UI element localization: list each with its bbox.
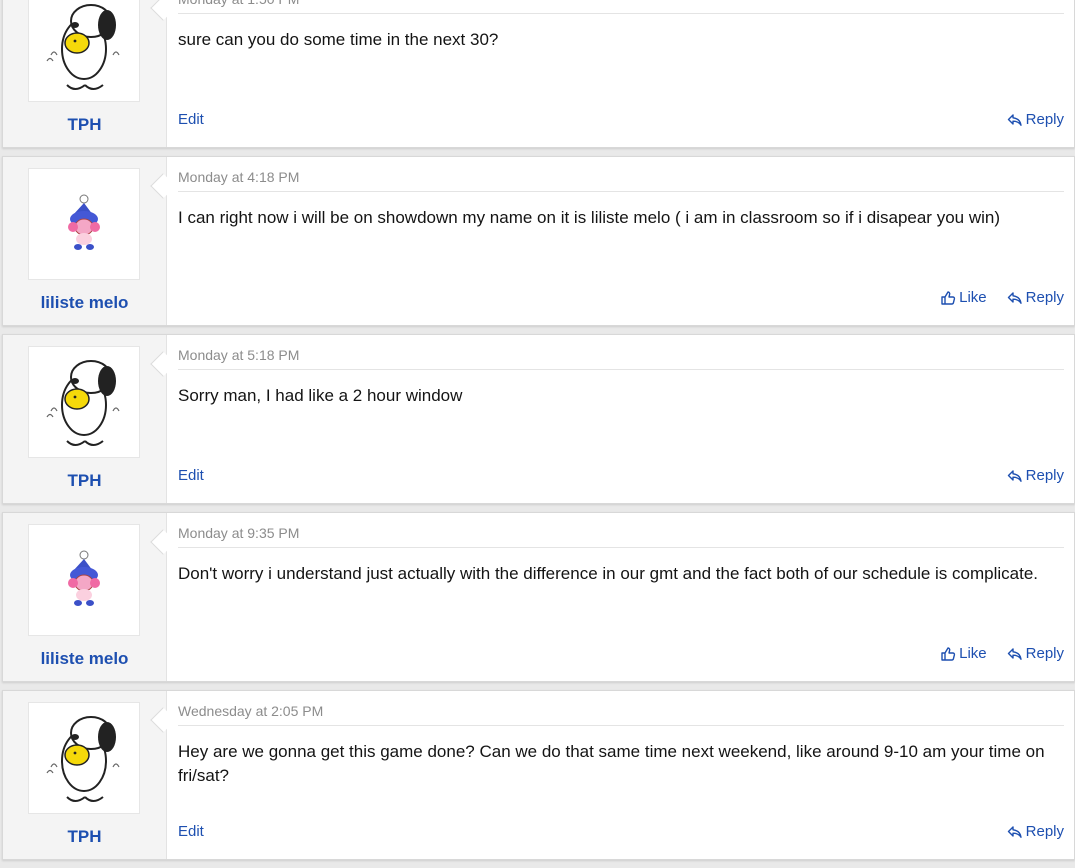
message-date[interactable]: Monday at 9:35 PM (178, 525, 299, 541)
message-body: sure can you do some time in the next 30… (178, 30, 499, 49)
message-divider (178, 725, 1064, 726)
message-body: Don't worry i understand just actually w… (178, 564, 1039, 583)
like-label: Like (959, 645, 987, 662)
message-block: liliste melo Monday at 9:35 PM Don't worry… (2, 512, 1075, 682)
message-user-info: TPH (3, 691, 167, 859)
edit-link[interactable]: Edit (178, 467, 204, 484)
reply-label: Reply (1025, 823, 1064, 840)
thumbs-up-icon (940, 646, 956, 662)
like-button[interactable]: Like (940, 645, 987, 662)
message-divider (178, 191, 1064, 192)
reply-label: Reply (1025, 467, 1064, 484)
username-link[interactable]: TPH (3, 115, 166, 135)
reply-button[interactable]: Reply (1007, 645, 1064, 662)
edit-link[interactable]: Edit (178, 823, 204, 840)
reply-button[interactable]: Reply (1007, 467, 1064, 484)
message-divider (178, 369, 1064, 370)
message-actions: Reply (1007, 823, 1064, 840)
message-body: Hey are we gonna get this game done? Can… (178, 742, 1045, 785)
message-actions: Reply (1007, 111, 1064, 128)
message-actions: Like Reply (940, 289, 1064, 306)
message-date[interactable]: Monday at 5:18 PM (178, 347, 299, 363)
username-link[interactable]: TPH (3, 471, 166, 491)
message-divider (178, 13, 1064, 14)
message-actions: Reply (1007, 467, 1064, 484)
username-link[interactable]: liliste melo (3, 293, 166, 313)
username-link[interactable]: liliste melo (3, 649, 166, 669)
message-divider (178, 547, 1064, 548)
reply-arrow-icon (1007, 824, 1023, 840)
message-thread: TPH Monday at 1:50 PM sure can you do some… (0, 0, 1075, 868)
message-block: TPH Monday at 1:50 PM sure can you do some… (2, 0, 1075, 148)
snoopy-avatar[interactable] (28, 702, 140, 814)
message-user-info: TPH (3, 335, 167, 503)
snoopy-avatar[interactable] (28, 0, 140, 102)
like-button[interactable]: Like (940, 289, 987, 306)
reply-arrow-icon (1007, 112, 1023, 128)
reply-label: Reply (1025, 289, 1064, 306)
message-user-info: liliste melo (3, 513, 167, 681)
message-body: Sorry man, I had like a 2 hour window (178, 386, 463, 405)
message-user-info: TPH (3, 0, 167, 147)
reply-arrow-icon (1007, 290, 1023, 306)
snoopy-avatar[interactable] (28, 346, 140, 458)
reply-button[interactable]: Reply (1007, 289, 1064, 306)
reply-button[interactable]: Reply (1007, 111, 1064, 128)
reply-arrow-icon (1007, 646, 1023, 662)
thumbs-up-icon (940, 290, 956, 306)
reply-label: Reply (1025, 111, 1064, 128)
reply-arrow-icon (1007, 468, 1023, 484)
message-date[interactable]: Wednesday at 2:05 PM (178, 703, 323, 719)
mime-jr-avatar[interactable] (28, 168, 140, 280)
message-user-info: liliste melo (3, 157, 167, 325)
message-block: liliste melo Monday at 4:18 PM I can right… (2, 156, 1075, 326)
message-block: TPH Monday at 5:18 PM Sorry man, I had lik… (2, 334, 1075, 504)
message-date[interactable]: Monday at 4:18 PM (178, 169, 299, 185)
reply-button[interactable]: Reply (1007, 823, 1064, 840)
username-link[interactable]: TPH (3, 827, 166, 847)
edit-link[interactable]: Edit (178, 111, 204, 128)
like-label: Like (959, 289, 987, 306)
mime-jr-avatar[interactable] (28, 524, 140, 636)
reply-label: Reply (1025, 645, 1064, 662)
message-block: TPH Wednesday at 2:05 PM Hey are we gonna … (2, 690, 1075, 860)
message-date[interactable]: Monday at 1:50 PM (178, 0, 299, 7)
message-body: I can right now i will be on showdown my… (178, 208, 1000, 227)
message-actions: Like Reply (940, 645, 1064, 662)
